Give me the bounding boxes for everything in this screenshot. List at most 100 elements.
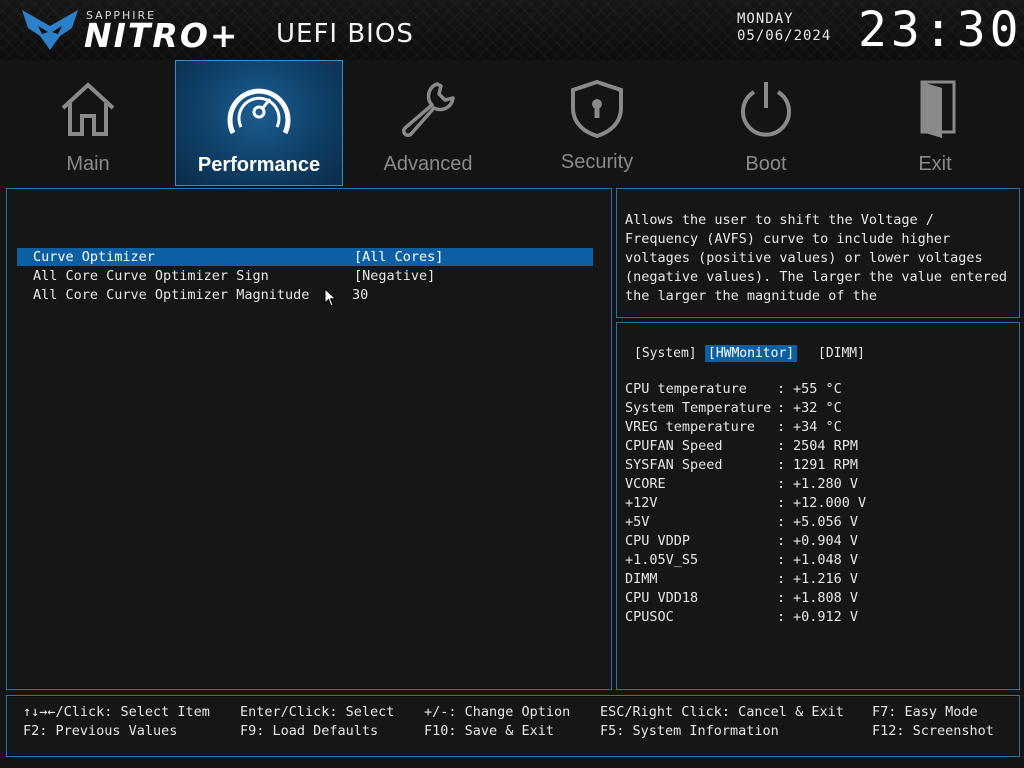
tab-security[interactable]: Security <box>514 60 680 184</box>
monitor-row: +5V: +5.056 V <box>625 513 1005 532</box>
monitor-label: +12V <box>625 495 658 511</box>
tab-performance[interactable]: Performance <box>175 60 343 186</box>
tab-security-label: Security <box>560 151 634 173</box>
monitor-value: +1.808 V <box>793 590 859 606</box>
monitor-separator: : <box>777 533 786 549</box>
monitor-label: SYSFAN Speed <box>625 457 723 473</box>
monitor-row: SYSFAN Speed:1291 RPM <box>625 456 1005 475</box>
monitor-value: 2504 RPM <box>793 438 859 454</box>
hint-screenshot: F12: Screenshot <box>872 723 994 739</box>
monitor-label: System Temperature <box>625 400 772 416</box>
brand-nitro: NITRO+ <box>84 16 240 55</box>
monitor-separator: : <box>777 400 786 416</box>
monitor-label: CPUFAN Speed <box>625 438 723 454</box>
monitor-value: +12.000 V <box>793 495 867 511</box>
page-title: UEFI BIOS <box>276 19 414 49</box>
shield-lock-icon <box>571 79 623 139</box>
home-icon <box>61 82 115 136</box>
monitor-row: +1.05V_S5: +1.048 V <box>625 551 1005 570</box>
monitor-value: +0.912 V <box>793 609 859 625</box>
monitor-value: +1.216 V <box>793 571 859 587</box>
header-bar: SAPPHIRE NITRO+ UEFI BIOS MONDAY 05/06/2… <box>0 0 1024 60</box>
monitor-row: CPU VDD18: +1.808 V <box>625 589 1005 608</box>
setting-label: Curve Optimizer <box>33 249 155 265</box>
setting-value[interactable]: [Negative] <box>354 267 435 285</box>
monitor-label: CPU VDD18 <box>625 590 699 606</box>
monitor-label: CPU VDDP <box>625 533 691 549</box>
setting-curve-optimizer[interactable]: Curve Optimizer [All Cores] <box>17 248 593 266</box>
monitor-row: +12V: +12.000 V <box>625 494 1005 513</box>
tab-main[interactable]: Main <box>5 60 171 184</box>
monitor-separator: : <box>777 495 786 511</box>
monitor-row: CPUFAN Speed:2504 RPM <box>625 437 1005 456</box>
monitor-row: CPU VDDP: +0.904 V <box>625 532 1005 551</box>
monitor-value: +55 °C <box>793 381 842 397</box>
day-label: MONDAY <box>737 11 794 27</box>
setting-value[interactable]: [All Cores] <box>354 248 443 266</box>
monitor-row: DIMM: +1.216 V <box>625 570 1005 589</box>
hint-enter-select: Enter/Click: Select <box>240 704 395 720</box>
help-panel: Allows the user to shift the Voltage / F… <box>616 188 1020 318</box>
monitor-tab-dimm[interactable]: [DIMM] <box>815 345 868 362</box>
monitor-row: VCORE: +1.280 V <box>625 475 1005 494</box>
setting-curve-optimizer-sign[interactable]: All Core Curve Optimizer Sign [Negative] <box>17 267 593 285</box>
hint-cancel-exit: ESC/Right Click: Cancel & Exit <box>600 704 844 720</box>
mouse-pointer-icon <box>324 288 337 307</box>
main-nav: Main Performance Advanced Security Boot <box>0 60 1024 186</box>
setting-value[interactable]: 30 <box>352 286 368 304</box>
tab-exit-label: Exit <box>918 153 952 175</box>
monitor-label: CPUSOC <box>625 609 674 625</box>
monitor-tab-system[interactable]: [System] <box>631 345 700 362</box>
help-text: Allows the user to shift the Voltage / F… <box>625 212 1008 304</box>
hint-save-exit: F10: Save & Exit <box>424 723 555 739</box>
nitro-logo-icon <box>22 10 78 50</box>
clock-time: 23:30 <box>858 2 1023 58</box>
hint-system-information: F5: System Information <box>600 723 779 739</box>
monitor-separator: : <box>777 571 786 587</box>
monitor-value: 1291 RPM <box>793 457 859 473</box>
monitor-separator: : <box>777 476 786 492</box>
tab-advanced[interactable]: Advanced <box>345 60 511 184</box>
tab-exit[interactable]: Exit <box>852 60 1018 184</box>
hardware-monitor-panel: [System] [HWMonitor] [DIMM] CPU temperat… <box>616 322 1020 690</box>
monitor-separator: : <box>777 438 786 454</box>
monitor-separator: : <box>777 552 786 568</box>
monitor-value: +1.048 V <box>793 552 859 568</box>
monitor-value: +1.280 V <box>793 476 859 492</box>
monitor-separator: : <box>777 419 786 435</box>
date-display: MONDAY 05/06/2024 <box>737 11 831 45</box>
settings-panel: Curve Optimizer [All Cores] All Core Cur… <box>6 188 612 690</box>
monitor-label: CPU temperature <box>625 381 747 397</box>
footer-help-bar: ↑↓→←/Click: Select Item Enter/Click: Sel… <box>6 695 1020 757</box>
monitor-separator: : <box>777 514 786 530</box>
hint-change-option: +/-: Change Option <box>424 704 571 720</box>
monitor-row: System Temperature: +32 °C <box>625 399 1005 418</box>
date-label: 05/06/2024 <box>737 28 832 44</box>
monitor-value: +32 °C <box>793 400 842 416</box>
door-icon <box>920 80 956 138</box>
monitor-separator: : <box>777 457 786 473</box>
hint-load-defaults: F9: Load Defaults <box>240 723 379 739</box>
monitor-label: +5V <box>625 514 650 530</box>
setting-label: All Core Curve Optimizer Magnitude <box>33 287 310 303</box>
monitor-label: DIMM <box>625 571 658 587</box>
setting-label: All Core Curve Optimizer Sign <box>33 268 269 284</box>
monitor-row: CPU temperature: +55 °C <box>625 380 1005 399</box>
tab-boot[interactable]: Boot <box>683 60 849 184</box>
hint-easy-mode: F7: Easy Mode <box>872 704 978 720</box>
monitor-row: VREG temperature: +34 °C <box>625 418 1005 437</box>
hint-previous-values: F2: Previous Values <box>23 723 178 739</box>
monitor-value: +5.056 V <box>793 514 859 530</box>
setting-curve-optimizer-magnitude[interactable]: All Core Curve Optimizer Magnitude 30 <box>17 286 593 304</box>
wrench-icon <box>402 82 455 137</box>
monitor-separator: : <box>777 609 786 625</box>
monitor-row: CPUSOC: +0.912 V <box>625 608 1005 627</box>
tab-performance-label: Performance <box>197 154 321 176</box>
tab-advanced-label: Advanced <box>383 153 473 175</box>
speedometer-icon <box>227 88 291 135</box>
monitor-tab-hwmonitor[interactable]: [HWMonitor] <box>705 345 798 362</box>
tab-main-label: Main <box>66 153 110 175</box>
monitor-value: +0.904 V <box>793 533 859 549</box>
power-icon <box>741 82 791 137</box>
monitor-separator: : <box>777 590 786 606</box>
